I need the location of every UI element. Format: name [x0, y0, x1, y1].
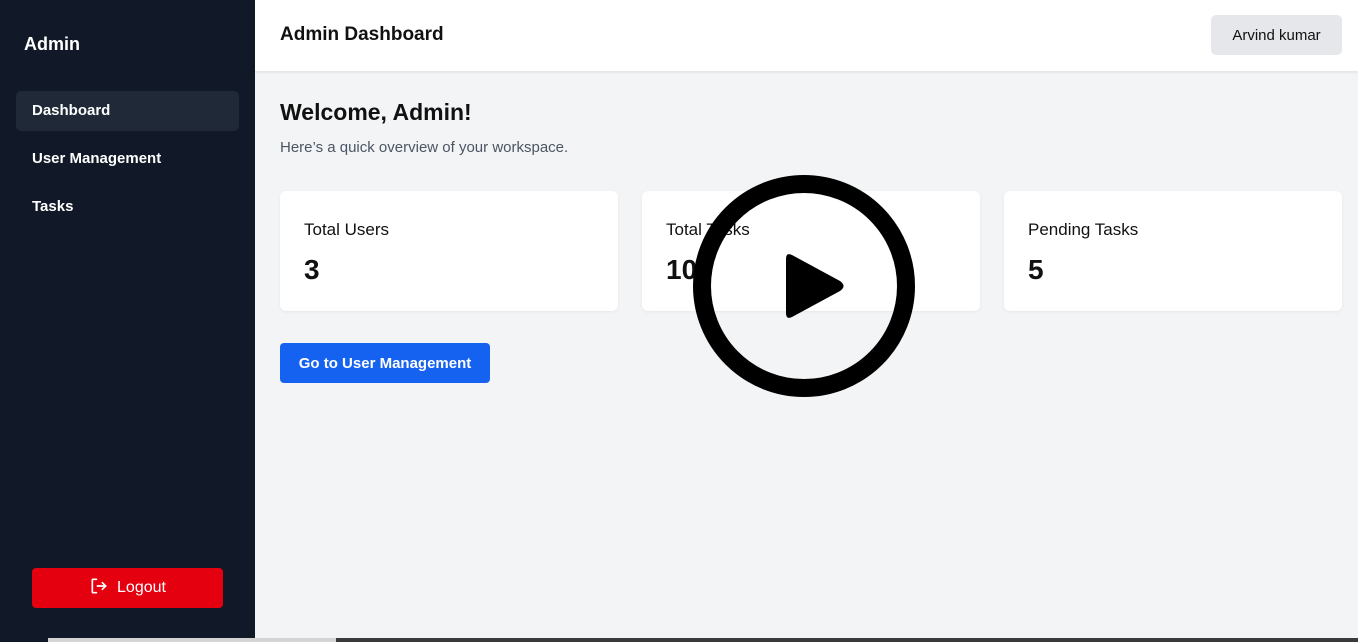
- page-title: Admin Dashboard: [280, 24, 444, 45]
- sidebar-nav: Dashboard User Management Tasks: [16, 91, 239, 235]
- stat-card-pending-tasks: Pending Tasks 5: [1004, 191, 1342, 311]
- sidebar-item-tasks[interactable]: Tasks: [16, 187, 239, 227]
- logout-icon: [89, 576, 109, 601]
- stat-card-label: Pending Tasks: [1028, 220, 1139, 239]
- user-menu-button[interactable]: Arvind kumar: [1211, 15, 1342, 55]
- welcome-subtitle: Here’s a quick overview of your workspac…: [280, 139, 569, 156]
- stat-card-label: Total Users: [304, 220, 390, 239]
- sidebar-item-user-management[interactable]: User Management: [16, 139, 239, 179]
- sidebar: Admin Dashboard User Management Tasks Lo…: [0, 0, 255, 642]
- logout-button[interactable]: Logout: [32, 568, 223, 608]
- stat-card-total-users: Total Users 3: [280, 191, 618, 311]
- stat-card-value: 3: [304, 254, 320, 285]
- welcome-heading: Welcome, Admin!: [280, 99, 472, 125]
- go-to-user-management-button[interactable]: Go to User Management: [280, 343, 490, 383]
- bottom-progress-fill: [48, 638, 336, 642]
- sidebar-brand: Admin: [24, 34, 80, 54]
- top-header: Admin Dashboard Arvind kumar: [255, 0, 1358, 72]
- play-icon[interactable]: [692, 175, 916, 397]
- logout-label: Logout: [117, 579, 166, 596]
- stat-card-value: 5: [1028, 254, 1044, 285]
- sidebar-item-dashboard[interactable]: Dashboard: [16, 91, 239, 131]
